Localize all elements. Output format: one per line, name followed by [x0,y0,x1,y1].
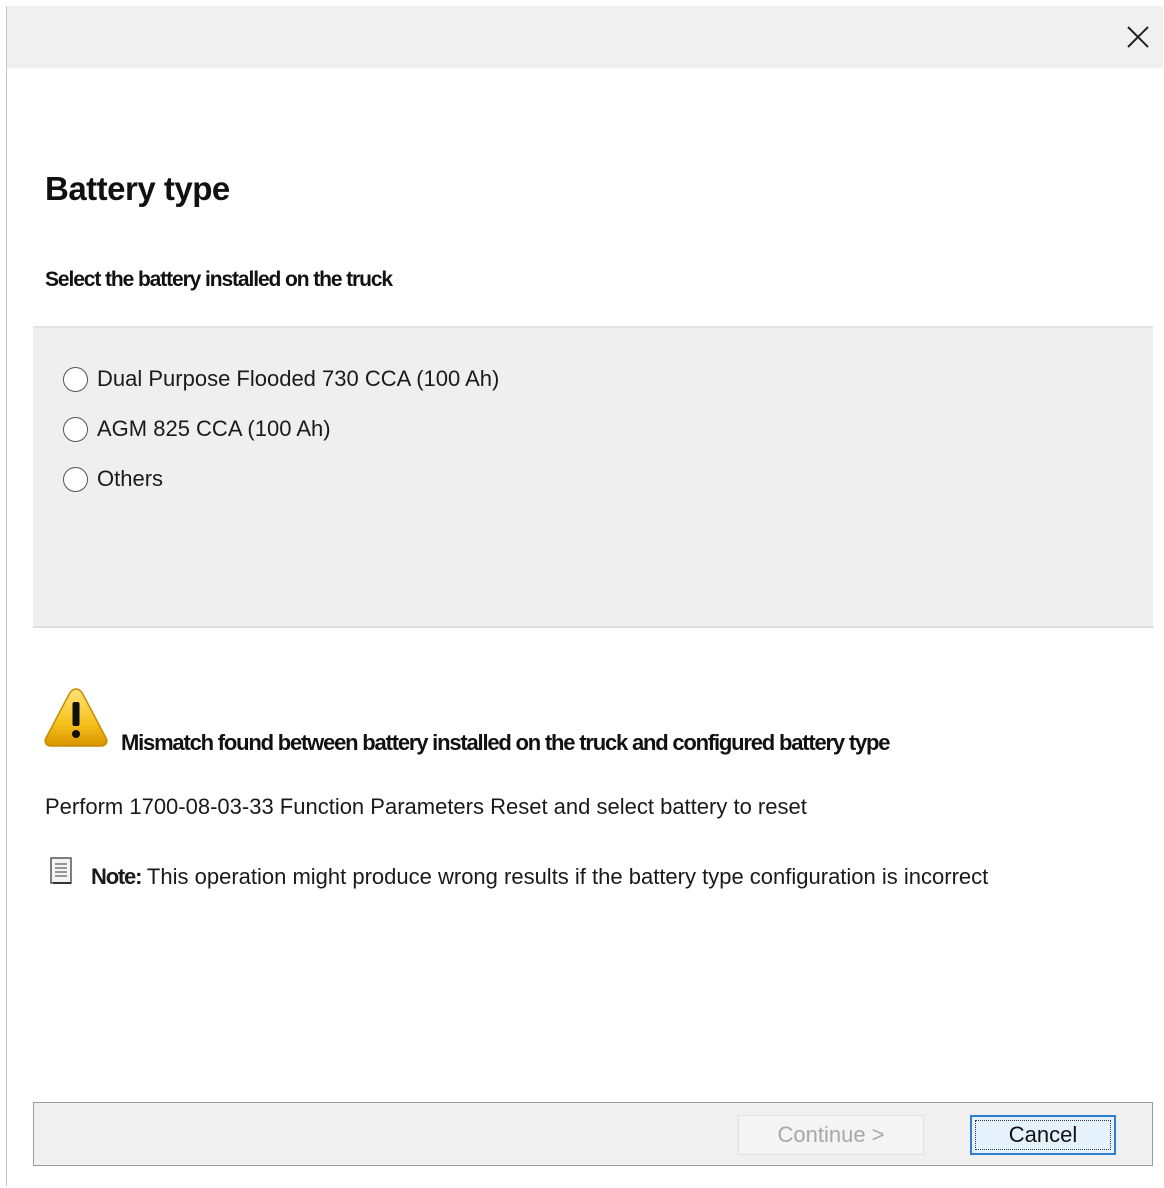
title-bar [7,6,1163,68]
page-subtitle: Select the battery installed on the truc… [45,268,393,291]
radio-option-others[interactable]: Others [63,464,163,494]
note-label: Note: [91,864,142,889]
note-icon [50,857,72,884]
radio-button[interactable] [63,416,88,442]
continue-button[interactable]: Continue > [738,1115,924,1155]
note-body: This operation might produce wrong resul… [141,864,989,889]
instruction-text: Perform 1700-08-03-33 Function Parameter… [45,794,807,819]
radio-button[interactable] [63,466,88,492]
warning-icon [44,688,108,747]
close-button[interactable] [1121,20,1155,54]
battery-options-panel: Dual Purpose Flooded 730 CCA (100 Ah) AG… [33,326,1153,628]
radio-option-agm[interactable]: AGM 825 CCA (100 Ah) [63,414,331,444]
radio-button[interactable] [63,366,88,392]
radio-option-dual-purpose-flooded[interactable]: Dual Purpose Flooded 730 CCA (100 Ah) [63,364,499,394]
warning-message: Mismatch found between battery installed… [121,730,890,755]
radio-option-label: AGM 825 CCA (100 Ah) [97,416,331,441]
close-icon [1127,26,1149,48]
cancel-button[interactable]: Cancel [970,1115,1116,1155]
battery-type-dialog: Battery type Select the battery installe… [6,6,1163,1186]
radio-option-label: Others [97,466,164,491]
radio-option-label: Dual Purpose Flooded 730 CCA (100 Ah) [97,366,500,391]
dialog-footer: Continue > Cancel [33,1102,1153,1166]
page-title: Battery type [45,170,230,207]
focus-ring [975,1120,1111,1150]
note-text: Note: This operation might produce wrong… [91,864,988,890]
